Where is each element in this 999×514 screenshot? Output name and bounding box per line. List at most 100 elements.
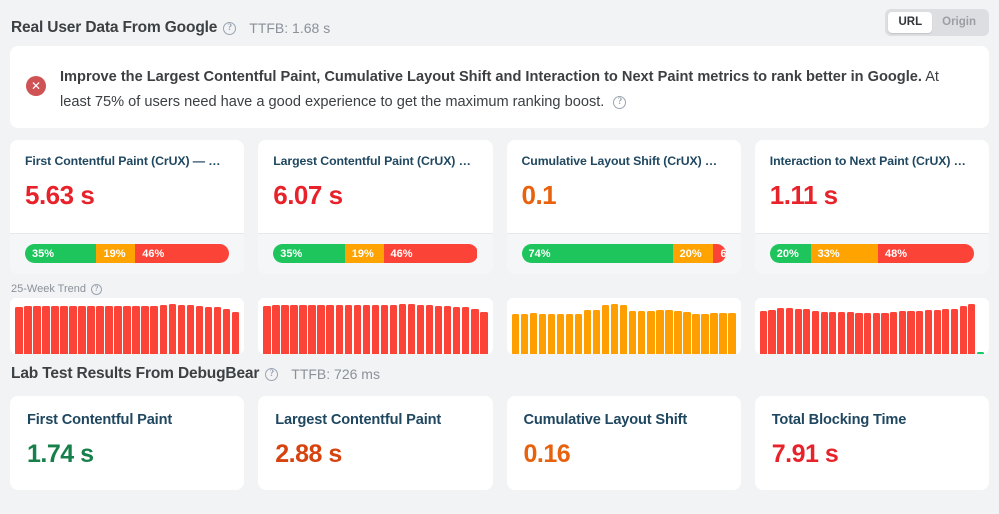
sparkline-bar <box>232 312 240 354</box>
sparkline-bar <box>399 304 407 354</box>
sparkline-bar <box>710 313 718 354</box>
sparkline-bar <box>674 311 682 354</box>
crux-distribution: 74% 20% 6% <box>507 233 741 274</box>
sparkline-bar <box>426 305 434 354</box>
sparkline-bar <box>829 312 836 354</box>
sparkline-bar <box>638 311 646 354</box>
sparkline-bar <box>336 305 344 354</box>
sparkline-bar <box>453 307 461 354</box>
sparkline-bar <box>760 311 767 354</box>
sparkline-bar <box>96 306 104 354</box>
sparkline-bar <box>435 306 443 354</box>
sparkline-bars <box>10 298 244 354</box>
ranking-alert-banner: ✕ Improve the Largest Contentful Paint, … <box>10 46 989 128</box>
crux-card-body: Largest Contentful Paint (CrUX) — U… 6.0… <box>258 140 492 233</box>
sparkline-bar <box>768 310 775 354</box>
lab-section-title: Lab Test Results From DebugBear <box>11 365 259 383</box>
sparkline-bar <box>363 305 371 354</box>
sparkline-inp[interactable] <box>755 298 989 354</box>
crux-card-title: Largest Contentful Paint (CrUX) — U… <box>273 154 477 168</box>
distribution-segment-poor: 46% <box>384 244 478 263</box>
crux-distribution: 20% 33% 48% <box>755 233 989 274</box>
sparkline-bar <box>934 310 941 354</box>
sparkline-bar <box>187 305 195 354</box>
crux-card-fcp[interactable]: First Contentful Paint (CrUX) — URL 5.63… <box>10 140 244 274</box>
sparkline-bar <box>24 306 32 354</box>
sparkline-bars <box>755 298 989 354</box>
sparkline-bar <box>471 309 479 354</box>
sparkline-fcp[interactable] <box>10 298 244 354</box>
sparkline-bar <box>354 305 362 354</box>
crux-card-lcp[interactable]: Largest Contentful Paint (CrUX) — U… 6.0… <box>258 140 492 274</box>
sparkline-bar <box>656 310 664 354</box>
help-circle-icon[interactable]: ? <box>223 22 236 35</box>
sparkline-bar <box>855 313 862 354</box>
sparkline-bar <box>169 304 177 354</box>
help-circle-icon[interactable]: ? <box>91 284 102 295</box>
sparkline-bar <box>548 314 556 354</box>
help-circle-icon[interactable]: ? <box>265 368 278 381</box>
distribution-segment-good: 20% <box>770 244 811 263</box>
lab-card-title: First Contentful Paint <box>27 412 227 428</box>
sparkline-lcp[interactable] <box>258 298 492 354</box>
distribution-bar: 35% 19% 46% <box>25 244 229 263</box>
sparkline-bar <box>272 305 280 354</box>
sparkline-bar <box>114 306 122 354</box>
sparkline-bar <box>381 305 389 354</box>
lab-ttfb-value: TTFB: 726 ms <box>291 366 380 382</box>
lab-card-value: 1.74 s <box>27 440 227 469</box>
lab-card-fcp[interactable]: First Contentful Paint 1.74 s <box>10 396 244 490</box>
crux-card-inp[interactable]: Interaction to Next Paint (CrUX) — U… 1.… <box>755 140 989 274</box>
sparkline-bar <box>925 310 932 354</box>
sparkline-bar <box>620 305 628 354</box>
crux-card-value: 5.63 s <box>25 180 229 211</box>
sparkline-bar <box>223 309 231 354</box>
sparkline-bar <box>290 305 298 354</box>
sparkline-bar <box>521 314 529 354</box>
lab-card-tbt[interactable]: Total Blocking Time 7.91 s <box>755 396 989 490</box>
toggle-option-url[interactable]: URL <box>888 12 932 33</box>
distribution-bar: 20% 33% 48% <box>770 244 974 263</box>
crux-card-body: Interaction to Next Paint (CrUX) — U… 1.… <box>755 140 989 233</box>
sparkline-bar <box>728 313 736 354</box>
url-origin-toggle[interactable]: URL Origin <box>885 9 989 36</box>
crux-section-title: Real User Data From Google <box>11 19 217 37</box>
crux-card-cls[interactable]: Cumulative Layout Shift (CrUX) — U… 0.1 … <box>507 140 741 274</box>
sparkline-bar <box>960 306 967 354</box>
trend-label-row: 25-Week Trend ? <box>0 274 999 298</box>
sparkline-bar <box>777 308 784 354</box>
distribution-bar: 35% 19% 46% <box>273 244 477 263</box>
sparkline-bar <box>196 306 204 354</box>
sparkline-row <box>10 298 989 354</box>
distribution-bar: 74% 20% 6% <box>522 244 726 263</box>
distribution-segment-poor: 6% <box>713 244 725 263</box>
sparkline-bar <box>611 304 619 354</box>
sparkline-bar <box>786 308 793 354</box>
sparkline-bar <box>803 309 810 354</box>
sparkline-bar <box>480 312 488 354</box>
sparkline-bar <box>968 304 975 354</box>
crux-card-value: 0.1 <box>522 180 726 211</box>
distribution-segment-good: 35% <box>273 244 344 263</box>
banner-message: Improve the Largest Contentful Paint, Cu… <box>60 64 973 115</box>
toggle-option-origin[interactable]: Origin <box>932 12 986 33</box>
crux-card-body: First Contentful Paint (CrUX) — URL 5.63… <box>10 140 244 233</box>
performance-dashboard: Real User Data From Google ? TTFB: 1.68 … <box>0 0 999 514</box>
sparkline-bar <box>263 306 271 354</box>
sparkline-cls[interactable] <box>507 298 741 354</box>
sparkline-bar <box>105 306 113 354</box>
help-circle-icon[interactable]: ? <box>613 96 626 109</box>
sparkline-bars <box>258 298 492 354</box>
sparkline-bar <box>15 307 23 354</box>
crux-card-title: First Contentful Paint (CrUX) — URL <box>25 154 229 168</box>
sparkline-bar <box>326 305 334 354</box>
lab-card-cls[interactable]: Cumulative Layout Shift 0.16 <box>507 396 741 490</box>
lab-card-lcp[interactable]: Largest Contentful Paint 2.88 s <box>258 396 492 490</box>
lab-cards-row: First Contentful Paint 1.74 s Largest Co… <box>10 396 989 490</box>
sparkline-bar <box>299 305 307 354</box>
sparkline-bar <box>390 305 398 354</box>
crux-card-title: Cumulative Layout Shift (CrUX) — U… <box>522 154 726 168</box>
distribution-segment-needs-improvement: 19% <box>345 244 384 263</box>
sparkline-bar <box>951 309 958 354</box>
sparkline-bar <box>444 306 452 354</box>
